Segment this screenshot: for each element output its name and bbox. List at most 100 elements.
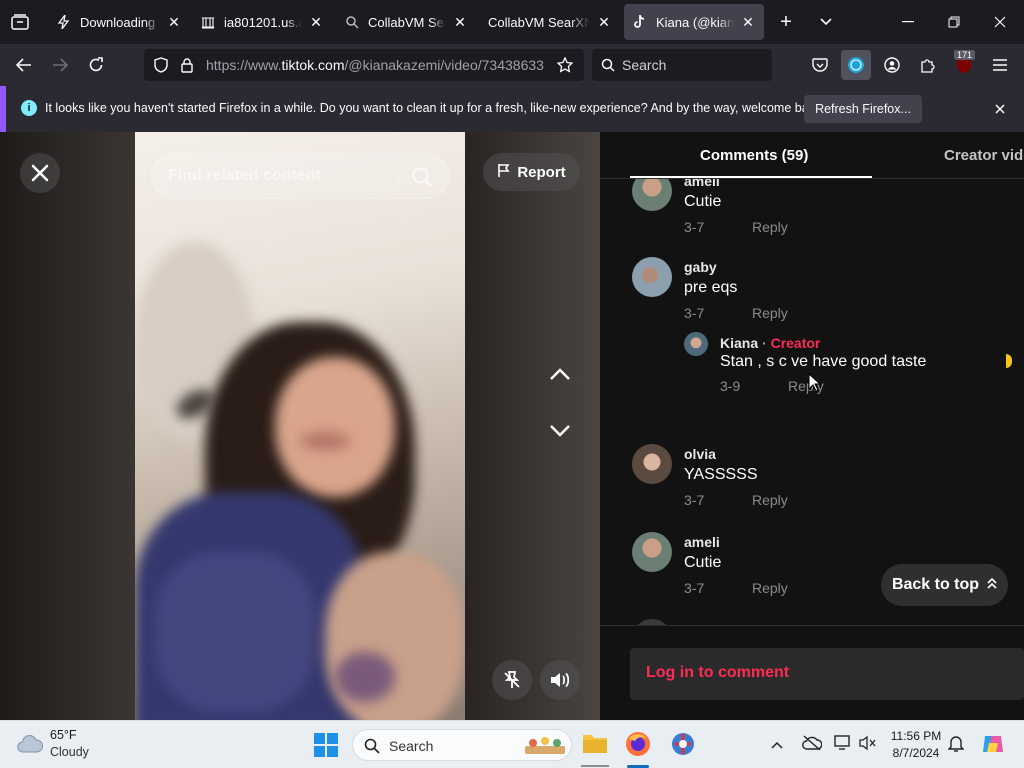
close-tab-icon[interactable]: ✕ bbox=[166, 14, 182, 31]
comment-date: 3-9 bbox=[720, 378, 741, 394]
close-window-icon[interactable] bbox=[990, 12, 1010, 32]
copilot-icon[interactable] bbox=[980, 731, 1006, 762]
reply-item: Kiana · Creator Stan , s c ve have good … bbox=[684, 332, 1014, 402]
floating-player-button[interactable] bbox=[492, 660, 532, 700]
collabvm-app-icon[interactable] bbox=[670, 731, 696, 762]
chevron-down-icon bbox=[550, 425, 570, 437]
volume-muted-icon[interactable] bbox=[858, 735, 876, 756]
speaker-icon bbox=[551, 672, 570, 688]
system-clock[interactable]: 11:56 PM 8/7/2024 bbox=[882, 728, 950, 762]
hamburger-menu-icon[interactable] bbox=[990, 55, 1010, 75]
lock-icon[interactable] bbox=[178, 56, 196, 74]
search-placeholder: Search bbox=[622, 57, 667, 73]
bookmark-star-icon[interactable] bbox=[556, 56, 574, 74]
comment-author[interactable]: ameli bbox=[684, 179, 720, 189]
close-tab-icon[interactable]: ✕ bbox=[740, 14, 756, 31]
related-search-input[interactable]: Find related content bbox=[151, 153, 449, 199]
search-placeholder: Find related content bbox=[168, 167, 321, 184]
firefox-icon[interactable] bbox=[625, 731, 651, 762]
comment-text: pre eqs bbox=[684, 279, 738, 296]
search-bar[interactable]: Search bbox=[592, 49, 772, 81]
pin-icon bbox=[504, 671, 520, 688]
comment-text: YASSSSS bbox=[684, 466, 758, 483]
tab-comments[interactable]: Comments (59) bbox=[700, 132, 808, 178]
avatar[interactable] bbox=[684, 332, 708, 356]
cloud-icon bbox=[16, 734, 44, 759]
url-bar[interactable]: https://www.tiktok.com/@kianakazemi/vide… bbox=[144, 49, 584, 81]
video-player[interactable] bbox=[135, 132, 465, 720]
minimize-icon[interactable] bbox=[898, 12, 918, 32]
comment-author[interactable]: ameli bbox=[684, 534, 720, 550]
avatar[interactable] bbox=[632, 532, 672, 572]
search-placeholder: Search bbox=[389, 738, 434, 754]
divider bbox=[398, 166, 399, 188]
comment-date: 3-7 bbox=[684, 580, 705, 596]
tab-title: Downloading YT bbox=[80, 14, 160, 30]
search-highlight-icon bbox=[523, 734, 567, 763]
reply-button[interactable]: Reply bbox=[752, 492, 788, 508]
tab-list-icon[interactable] bbox=[10, 12, 30, 32]
close-tab-icon[interactable]: ✕ bbox=[596, 14, 612, 31]
close-notification-icon[interactable] bbox=[990, 99, 1010, 119]
search-icon[interactable] bbox=[411, 166, 433, 193]
restore-icon[interactable] bbox=[944, 12, 964, 32]
taskbar-search[interactable]: Search bbox=[352, 729, 572, 761]
close-tab-icon[interactable]: ✕ bbox=[452, 14, 468, 31]
back-to-top-button[interactable]: Back to top bbox=[881, 564, 1008, 606]
avatar[interactable] bbox=[632, 444, 672, 484]
tab-archive[interactable]: ia801201.us.archive.org ✕ bbox=[192, 4, 332, 40]
pocket-icon[interactable] bbox=[810, 55, 830, 75]
report-button[interactable]: Report bbox=[483, 153, 580, 191]
avatar[interactable] bbox=[632, 257, 672, 297]
lightning-icon bbox=[56, 14, 72, 30]
weather-condition: Cloudy bbox=[50, 745, 89, 759]
reply-button[interactable]: Reply bbox=[752, 580, 788, 596]
weather-temp: 65°F bbox=[50, 728, 77, 742]
search-icon bbox=[364, 738, 380, 759]
extension-active-icon[interactable] bbox=[841, 50, 871, 80]
clock-time: 11:56 PM bbox=[890, 729, 942, 743]
close-tab-icon[interactable]: ✕ bbox=[308, 14, 324, 31]
url-text[interactable]: https://www.tiktok.com/@kianakazemi/vide… bbox=[206, 57, 546, 73]
comment-item: gaby pre eqs 3-7 Reply bbox=[632, 257, 1012, 327]
report-label: Report bbox=[517, 163, 566, 181]
comments-panel: Comments (59) Creator videos ameli Cutie… bbox=[600, 132, 1024, 720]
archive-icon bbox=[200, 14, 216, 30]
windows-taskbar: 65°F Cloudy Search 11:56 PM 8/7/2024 bbox=[0, 720, 1024, 768]
refresh-firefox-button[interactable]: Refresh Firefox... bbox=[804, 95, 922, 123]
tab-kiana-tiktok[interactable]: Kiana (@kianakazemi) ✕ bbox=[624, 4, 764, 40]
file-explorer-icon[interactable] bbox=[582, 731, 608, 760]
notifications-bell-icon[interactable] bbox=[947, 735, 965, 758]
new-tab-icon[interactable]: + bbox=[776, 11, 796, 33]
close-video-button[interactable] bbox=[20, 153, 60, 193]
login-to-comment-button[interactable]: Log in to comment bbox=[630, 648, 1024, 700]
comment-item: olvia YASSSSS 3-7 Reply bbox=[632, 444, 1012, 514]
tab-collabvm-searxng-2[interactable]: CollabVM SearXNG ✕ bbox=[480, 4, 620, 40]
comments-list[interactable]: ameli Cutie 3-7 Reply gaby pre eqs 3-7 R… bbox=[600, 179, 1024, 625]
tab-downloading-yt[interactable]: Downloading YT ✕ bbox=[48, 4, 190, 40]
windows-start-icon[interactable] bbox=[314, 733, 338, 762]
chevron-down-icon[interactable] bbox=[816, 12, 836, 32]
reload-icon[interactable] bbox=[86, 55, 106, 75]
extensions-puzzle-icon[interactable] bbox=[918, 55, 938, 75]
avatar[interactable] bbox=[632, 179, 672, 211]
tab-collabvm-searxng-1[interactable]: CollabVM SearXNG ✕ bbox=[336, 4, 476, 40]
tab-creator-videos[interactable]: Creator videos bbox=[944, 132, 1024, 178]
reply-button[interactable]: Reply bbox=[752, 305, 788, 321]
cloud-sync-icon[interactable] bbox=[802, 735, 823, 756]
comment-author[interactable]: olvia bbox=[684, 446, 716, 462]
shield-icon[interactable] bbox=[152, 56, 170, 74]
back-arrow-icon[interactable] bbox=[14, 55, 34, 75]
account-icon[interactable] bbox=[882, 55, 902, 75]
chevron-up-icon[interactable] bbox=[770, 737, 784, 755]
next-video-button[interactable] bbox=[540, 411, 580, 451]
forward-arrow-icon[interactable] bbox=[50, 55, 70, 75]
comment-author[interactable]: gaby bbox=[684, 259, 717, 275]
reply-button[interactable]: Reply bbox=[752, 219, 788, 235]
previous-video-button[interactable] bbox=[540, 354, 580, 394]
tab-title: CollabVM SearXNG bbox=[368, 14, 446, 30]
network-icon[interactable] bbox=[834, 735, 852, 756]
comment-text: Cutie bbox=[684, 554, 722, 571]
comment-author[interactable]: Kiana · Creator bbox=[720, 335, 820, 351]
volume-button[interactable] bbox=[540, 660, 580, 700]
